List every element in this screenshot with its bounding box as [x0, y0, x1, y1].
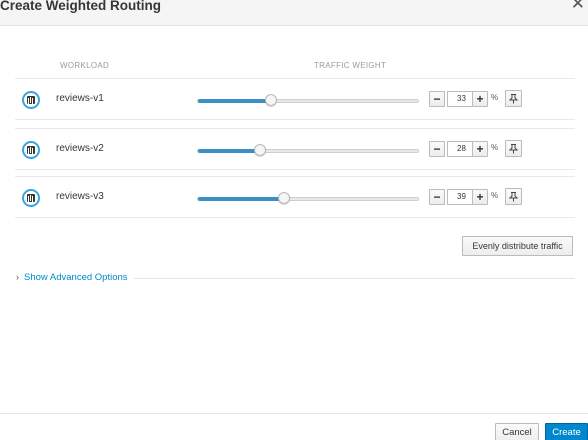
decrease-weight-button[interactable]: − — [429, 189, 445, 205]
slider-fill — [198, 99, 271, 103]
workload-icon — [22, 141, 40, 159]
slider-handle[interactable] — [254, 144, 266, 156]
advanced-options-label: Show Advanced Options — [24, 272, 128, 283]
cancel-button[interactable]: Cancel — [495, 423, 539, 440]
weighted-routing-dialog: Create Weighted Routing ✕ WORKLOAD TRAFF… — [0, 0, 588, 440]
pin-icon — [509, 94, 518, 104]
dialog-header: Create Weighted Routing ✕ — [0, 0, 588, 26]
close-icon[interactable]: ✕ — [571, 0, 585, 12]
column-header-workload: WORKLOAD — [60, 61, 110, 70]
increase-weight-button[interactable]: + — [472, 91, 488, 107]
traffic-weight-slider[interactable] — [197, 94, 419, 106]
footer-divider — [0, 413, 588, 414]
traffic-weight-slider[interactable] — [197, 192, 419, 204]
workload-name: reviews-v1 — [56, 93, 104, 104]
pin-weight-button[interactable] — [505, 188, 522, 205]
show-advanced-options-toggle[interactable]: › Show Advanced Options — [16, 272, 128, 283]
percent-sign: % — [491, 93, 499, 102]
pin-weight-button[interactable] — [505, 90, 522, 107]
increase-weight-button[interactable]: + — [472, 141, 488, 157]
decrease-weight-button[interactable]: − — [429, 91, 445, 107]
workload-row: reviews-v3 − 39 + % — [15, 176, 575, 218]
dialog-title: Create Weighted Routing — [0, 0, 162, 13]
percent-sign: % — [491, 143, 499, 152]
workload-name: reviews-v2 — [56, 143, 104, 154]
decrease-weight-button[interactable]: − — [429, 141, 445, 157]
pin-icon — [509, 144, 518, 154]
workload-name: reviews-v3 — [56, 191, 104, 202]
slider-fill — [198, 197, 284, 201]
pin-icon — [509, 192, 518, 202]
column-header-traffic-weight: TRAFFIC WEIGHT — [314, 61, 387, 70]
chevron-right-icon: › — [16, 272, 19, 282]
workload-row: reviews-v1 − 33 + % — [15, 78, 575, 120]
workload-icon — [22, 91, 40, 109]
pin-weight-button[interactable] — [505, 140, 522, 157]
workload-icon — [22, 189, 40, 207]
traffic-weight-slider[interactable] — [197, 144, 419, 156]
workload-row: reviews-v2 − 28 + % — [15, 128, 575, 170]
divider — [134, 278, 575, 279]
evenly-distribute-button[interactable]: Evenly distribute traffic — [462, 236, 573, 256]
create-button[interactable]: Create — [545, 423, 588, 440]
slider-handle[interactable] — [265, 94, 277, 106]
percent-sign: % — [491, 191, 499, 200]
increase-weight-button[interactable]: + — [472, 189, 488, 205]
slider-fill — [198, 149, 260, 153]
slider-handle[interactable] — [278, 192, 290, 204]
